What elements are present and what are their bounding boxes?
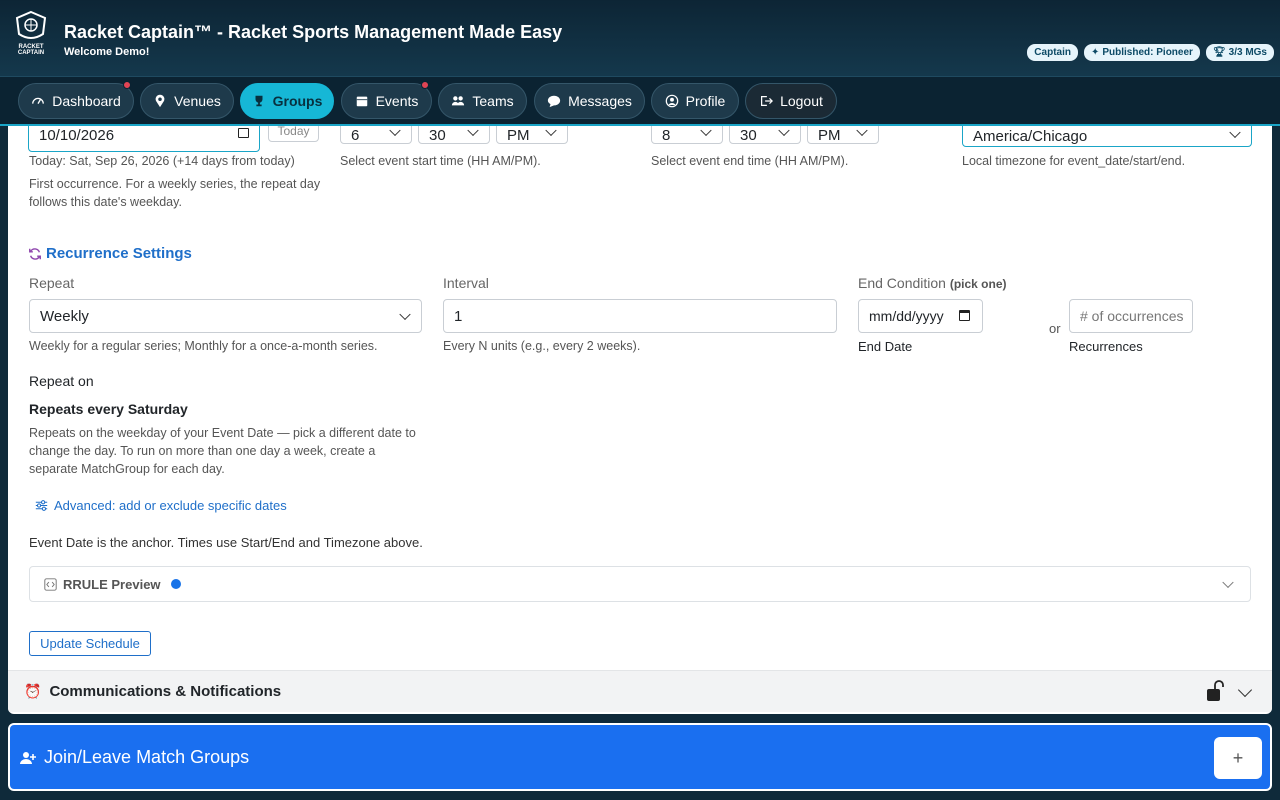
calendar-icon <box>356 96 367 107</box>
published-badge: ✦ Published: Pioneer <box>1083 44 1200 61</box>
chevron-down-icon <box>856 126 868 137</box>
notification-dot <box>123 81 131 89</box>
main-nav: Dashboard Venues Groups Events Teams Mes… <box>0 76 1280 126</box>
nav-logout[interactable]: Logout <box>745 83 837 119</box>
calendar-icon <box>238 128 249 138</box>
event-date-input[interactable]: 10/10/2026 <box>28 126 260 152</box>
end-minute-select[interactable]: 30 <box>729 126 801 144</box>
chevron-down-icon <box>467 126 479 137</box>
recurrence-settings-title: Recurrence Settings <box>28 245 192 262</box>
end-condition-label: End Condition (pick one) <box>858 275 1007 291</box>
end-hour-select[interactable]: 8 <box>651 126 723 144</box>
anchor-note: Event Date is the anchor. Times use Star… <box>29 535 423 550</box>
person-circle-icon <box>665 94 678 108</box>
logout-icon <box>761 96 774 106</box>
nav-venues[interactable]: Venues <box>140 83 234 119</box>
sliders-icon <box>35 500 48 511</box>
chevron-down-icon <box>1229 126 1241 139</box>
role-badge: Captain <box>1027 44 1078 61</box>
nav-teams[interactable]: Teams <box>438 83 527 119</box>
racket-captain-logo[interactable]: RACKET CAPTAIN <box>12 10 50 56</box>
trophy-icon: 🏆︎ <box>1212 47 1226 58</box>
repeat-help: Weekly for a regular series; Monthly for… <box>29 339 378 353</box>
nav-events[interactable]: Events <box>341 81 432 119</box>
repeat-select[interactable]: Weekly <box>29 299 422 333</box>
communications-accordion[interactable]: ⏰ Communications & Notifications <box>8 670 1272 712</box>
welcome-text: Welcome Demo! <box>64 46 150 58</box>
unlock-icon[interactable] <box>1206 680 1224 702</box>
status-dot <box>170 579 181 589</box>
today-info: Today: Sat, Sep 26, 2026 (+14 days from … <box>29 154 295 168</box>
repeat-on-label: Repeat on <box>29 373 94 389</box>
chevron-down-icon <box>545 126 557 137</box>
occurrences-label: Recurrences <box>1069 339 1143 354</box>
refresh-icon <box>29 247 41 260</box>
repeats-every-text: Repeats every Saturday <box>29 401 188 417</box>
nav-profile[interactable]: Profile <box>651 83 739 119</box>
chevron-down-icon <box>778 126 790 137</box>
interval-help: Every N units (e.g., every 2 weeks). <box>443 339 641 353</box>
status-badges: Captain ✦ Published: Pioneer 🏆︎ 3/3 MGs <box>1027 44 1274 61</box>
chevron-down-icon <box>389 126 401 137</box>
nav-messages[interactable]: Messages <box>534 83 645 119</box>
chevron-down-icon[interactable] <box>1237 682 1253 697</box>
join-leave-title: Join/Leave Match Groups <box>20 747 249 768</box>
app-header: RACKET CAPTAIN Racket Captain™ - Racket … <box>0 0 1280 76</box>
start-minute-select[interactable]: 30 <box>418 126 490 144</box>
notification-dot <box>421 81 429 89</box>
repeats-help: Repeats on the weekday of your Event Dat… <box>29 426 416 476</box>
people-icon <box>452 96 465 106</box>
code-icon <box>44 577 57 591</box>
nav-groups[interactable]: Groups <box>240 83 334 119</box>
date-help: First occurrence. For a weekly series, t… <box>29 177 321 209</box>
or-text: or <box>1049 321 1061 336</box>
svg-text:CAPTAIN: CAPTAIN <box>18 50 44 56</box>
advanced-dates-link[interactable]: Advanced: add or exclude specific dates <box>35 498 287 513</box>
sparkle-icon: ✦ <box>1090 47 1100 58</box>
interval-input[interactable]: 1 <box>443 299 837 333</box>
chevron-down-icon <box>1222 576 1234 589</box>
group-form-panel: 10/10/2026 Today Today: Sat, Sep 26, 202… <box>8 126 1272 714</box>
gauge-icon <box>32 97 45 104</box>
start-time-help: Select event start time (HH AM/PM). <box>340 154 541 168</box>
end-date-input[interactable]: mm/dd/yyyy <box>858 299 983 333</box>
match-groups-badge: 🏆︎ 3/3 MGs <box>1205 44 1274 61</box>
alarm-clock-icon: ⏰ <box>24 683 42 699</box>
app-title: Racket Captain™ - Racket Sports Manageme… <box>64 22 563 42</box>
end-date-label: End Date <box>858 339 913 354</box>
expand-plus-button[interactable]: + <box>1214 737 1262 779</box>
end-ampm-select[interactable]: PM <box>807 126 879 144</box>
chat-icon <box>547 95 561 108</box>
map-pin-icon <box>155 94 165 108</box>
end-time-help: Select event end time (HH AM/PM). <box>651 154 849 168</box>
start-hour-select[interactable]: 6 <box>340 126 412 144</box>
person-add-icon <box>20 751 36 764</box>
start-ampm-select[interactable]: PM <box>496 126 568 144</box>
chevron-down-icon <box>399 308 411 321</box>
repeat-label: Repeat <box>29 275 75 291</box>
chevron-down-icon <box>700 126 712 137</box>
occurrences-input[interactable]: # of occurrences <box>1069 299 1193 333</box>
join-leave-groups-panel[interactable]: Join/Leave Match Groups + <box>8 723 1272 791</box>
nav-dashboard[interactable]: Dashboard <box>18 81 134 119</box>
update-schedule-button[interactable]: Update Schedule <box>29 631 151 656</box>
rrule-preview-accordion[interactable]: RRULE Preview <box>29 566 1251 602</box>
interval-label: Interval <box>443 275 489 291</box>
today-button[interactable]: Today <box>268 126 319 142</box>
timezone-help: Local timezone for event_date/start/end. <box>962 154 1186 168</box>
trophy-icon <box>255 95 263 107</box>
calendar-icon <box>959 310 970 321</box>
timezone-select[interactable]: America/Chicago <box>962 126 1252 147</box>
